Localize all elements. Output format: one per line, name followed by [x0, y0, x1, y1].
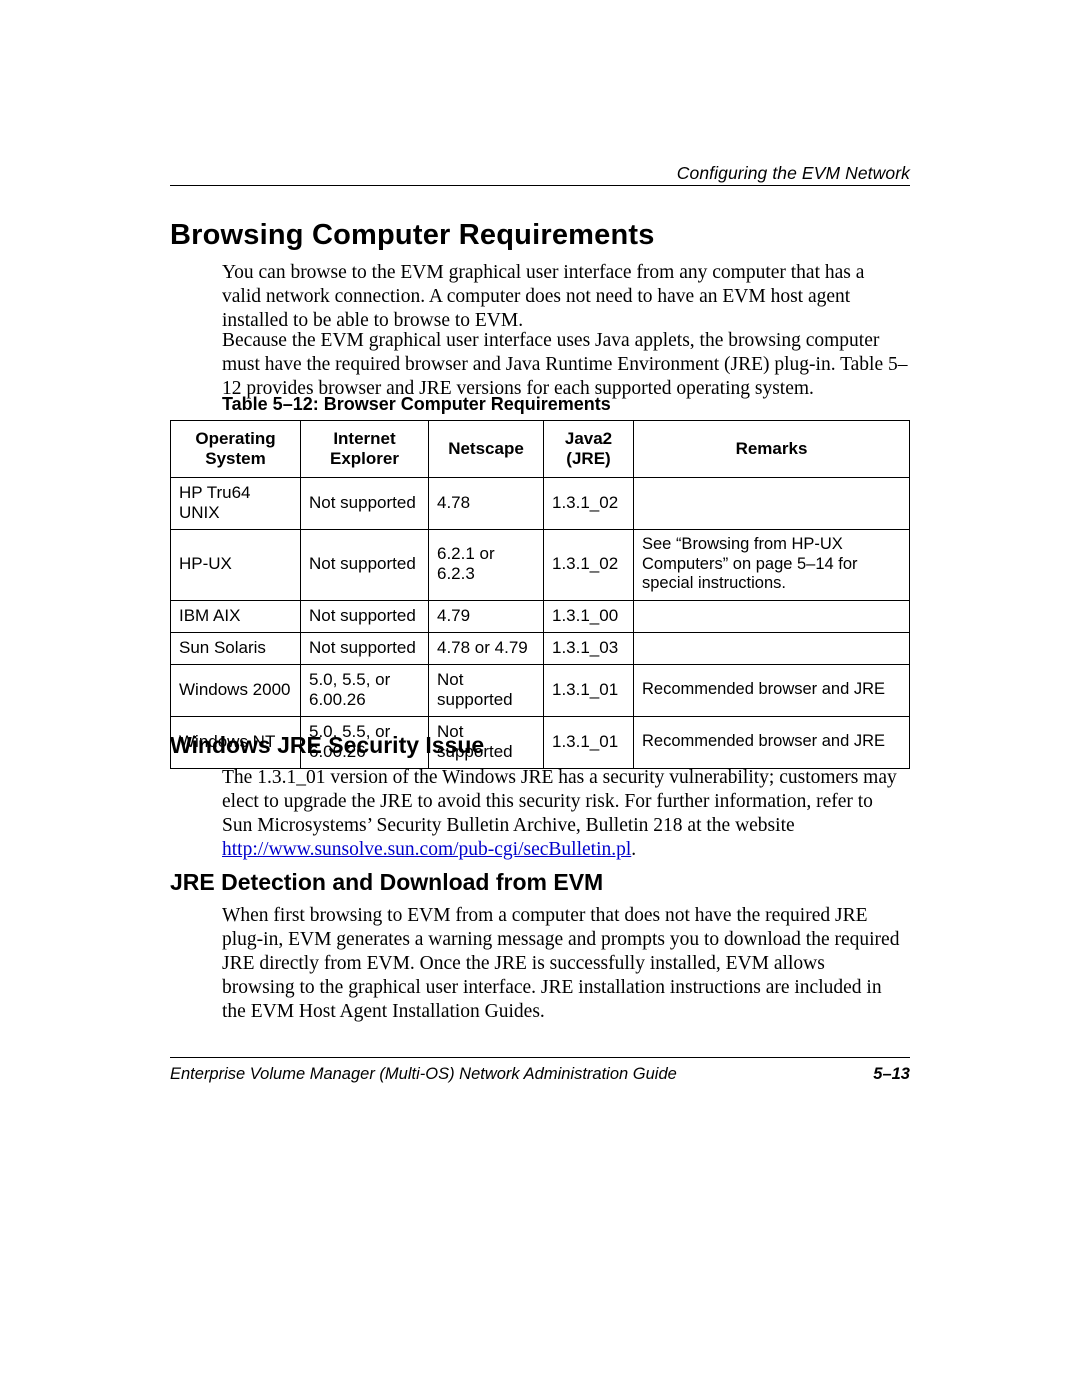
table-cell: HP Tru64 UNIX	[171, 478, 301, 530]
table-cell: Not supported	[301, 600, 429, 632]
table-cell: 4.78 or 4.79	[429, 632, 544, 664]
table-cell: Not supported	[301, 530, 429, 600]
heading-jre-security: Windows JRE Security Issue	[170, 732, 484, 759]
table-row: HP-UXNot supported6.2.1 or 6.2.31.3.1_02…	[171, 530, 910, 600]
th-rem: Remarks	[634, 421, 910, 478]
table-cell: 1.3.1_01	[544, 716, 634, 768]
paragraph-jre-security: The 1.3.1_01 version of the Windows JRE …	[222, 766, 900, 862]
table-cell: Not supported	[301, 478, 429, 530]
para3-prefix: The 1.3.1_01 version of the Windows JRE …	[222, 767, 897, 836]
table-cell: HP-UX	[171, 530, 301, 600]
table-browser-requirements: Operating System Internet Explorer Netsc…	[170, 420, 910, 769]
th-jre: Java2 (JRE)	[544, 421, 634, 478]
paragraph-intro: You can browse to the EVM graphical user…	[222, 261, 900, 333]
th-ie: Internet Explorer	[301, 421, 429, 478]
table-cell	[634, 600, 910, 632]
table-cell: 1.3.1_01	[544, 664, 634, 716]
table-cell: IBM AIX	[171, 600, 301, 632]
footer-title: Enterprise Volume Manager (Multi-OS) Net…	[170, 1065, 677, 1083]
table-cell: 1.3.1_02	[544, 478, 634, 530]
table-cell: Not supported	[301, 632, 429, 664]
table-caption: Table 5–12: Browser Computer Requirement…	[222, 394, 611, 415]
table-row: Sun SolarisNot supported4.78 or 4.791.3.…	[171, 632, 910, 664]
para3-suffix: .	[631, 839, 636, 860]
table-cell: 1.3.1_03	[544, 632, 634, 664]
paragraph-java: Because the EVM graphical user interface…	[222, 329, 908, 401]
th-os: Operating System	[171, 421, 301, 478]
header-rule	[170, 185, 910, 186]
table-cell: 6.2.1 or 6.2.3	[429, 530, 544, 600]
table-cell: 1.3.1_00	[544, 600, 634, 632]
table-cell: Recommended browser and JRE	[634, 716, 910, 768]
table-cell	[634, 632, 910, 664]
running-head: Configuring the EVM Network	[170, 163, 910, 184]
table-row: HP Tru64 UNIXNot supported4.781.3.1_02	[171, 478, 910, 530]
table-cell: See “Browsing from HP-UX Computers” on p…	[634, 530, 910, 600]
table-cell: Sun Solaris	[171, 632, 301, 664]
footer-rule	[170, 1057, 910, 1058]
table-cell: 4.78	[429, 478, 544, 530]
table-cell: 5.0, 5.5, or 6.00.26	[301, 664, 429, 716]
table-cell: Not supported	[429, 664, 544, 716]
table-cell: 4.79	[429, 600, 544, 632]
table-cell	[634, 478, 910, 530]
footer-page-number: 5–13	[873, 1065, 910, 1084]
page: Configuring the EVM Network Browsing Com…	[0, 0, 1080, 1397]
table-cell: Windows 2000	[171, 664, 301, 716]
paragraph-jre-detection: When first browsing to EVM from a comput…	[222, 904, 900, 1024]
heading-jre-detection: JRE Detection and Download from EVM	[170, 869, 603, 896]
footer: Enterprise Volume Manager (Multi-OS) Net…	[170, 1065, 910, 1084]
heading-browsing-requirements: Browsing Computer Requirements	[170, 219, 655, 252]
table-row: IBM AIXNot supported4.791.3.1_00	[171, 600, 910, 632]
table-cell: Recommended browser and JRE	[634, 664, 910, 716]
table-cell: 1.3.1_02	[544, 530, 634, 600]
th-ns: Netscape	[429, 421, 544, 478]
table-header-row: Operating System Internet Explorer Netsc…	[171, 421, 910, 478]
table-row: Windows 20005.0, 5.5, or 6.00.26Not supp…	[171, 664, 910, 716]
link-sunsolve[interactable]: http://www.sunsolve.sun.com/pub-cgi/secB…	[222, 839, 631, 860]
